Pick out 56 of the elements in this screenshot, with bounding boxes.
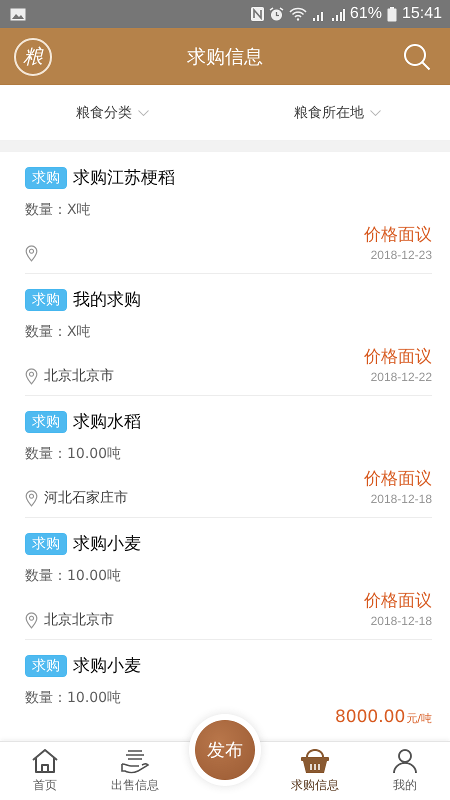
date-text: 2018-12-22 [370,370,432,384]
price-unit: 元/吨 [406,711,432,726]
price-text: 8000.00 [334,707,406,727]
listing-title: 求购小麦 [73,533,141,555]
tag-label: 求购 [25,288,67,310]
tag-label: 求购 [25,166,67,188]
chevron-down-icon [370,110,381,116]
tag-label: 求购 [25,532,67,554]
location-pin-icon [25,490,38,506]
quantity-text: 数量：10.00吨 [25,567,122,585]
signal-icon [330,8,345,20]
location-pin-icon [25,612,38,628]
nfc-icon [250,7,264,21]
wifi-icon [288,7,307,21]
page-title: 求购信息 [187,44,263,70]
search-icon[interactable] [403,42,431,70]
listing-title: 求购江苏梗稻 [73,167,175,189]
home-icon [31,748,59,774]
battery-percent: 61% [350,5,382,23]
quantity-text: 数量：X吨 [25,323,92,341]
price-text: 价格面议 [364,590,432,612]
location-pin-icon [25,368,38,384]
battery-icon [386,6,397,22]
alarm-icon [268,6,284,22]
quantity-text: 数量：X吨 [25,201,92,219]
nav-tab[interactable]: 求购信息 [270,742,360,800]
price-text: 价格面议 [364,224,432,246]
tag-label: 求购 [25,410,67,432]
location-text: 北京北京市 [44,367,114,385]
chevron-down-icon [138,110,149,116]
quantity-text: 数量：10.00吨 [25,689,122,707]
location-pin-icon [25,245,38,262]
price-text: 价格面议 [364,346,432,368]
location-text: 北京北京市 [44,611,114,629]
nav-tab[interactable]: 首页 [0,742,90,800]
clock-time: 15:41 [402,5,442,23]
listing-title: 求购小麦 [73,655,141,677]
date-text: 2018-12-18 [370,492,432,506]
publish-button[interactable]: 发布 [195,720,255,780]
image-icon [10,8,26,20]
nav-tab[interactable]: 我的 [360,742,450,800]
location-text: 河北石家庄市 [44,489,128,507]
basket-icon [300,748,330,774]
filter-dropdown[interactable]: 粮食所在地 [225,85,450,140]
person-icon [392,748,418,774]
quantity-text: 数量：10.00吨 [25,445,122,463]
date-text: 2018-12-23 [370,248,432,262]
hand-with-lines-icon [120,748,150,774]
price-text: 价格面议 [364,468,432,490]
nav-tab[interactable]: 出售信息 [90,742,180,800]
app-logo: 粮 [14,38,52,76]
listing-title: 我的求购 [73,289,141,311]
listing-title: 求购水稻 [73,411,141,433]
filter-dropdown[interactable]: 粮食分类 [0,85,225,140]
tag-label: 求购 [25,654,67,676]
date-text: 2018-12-18 [370,614,432,628]
